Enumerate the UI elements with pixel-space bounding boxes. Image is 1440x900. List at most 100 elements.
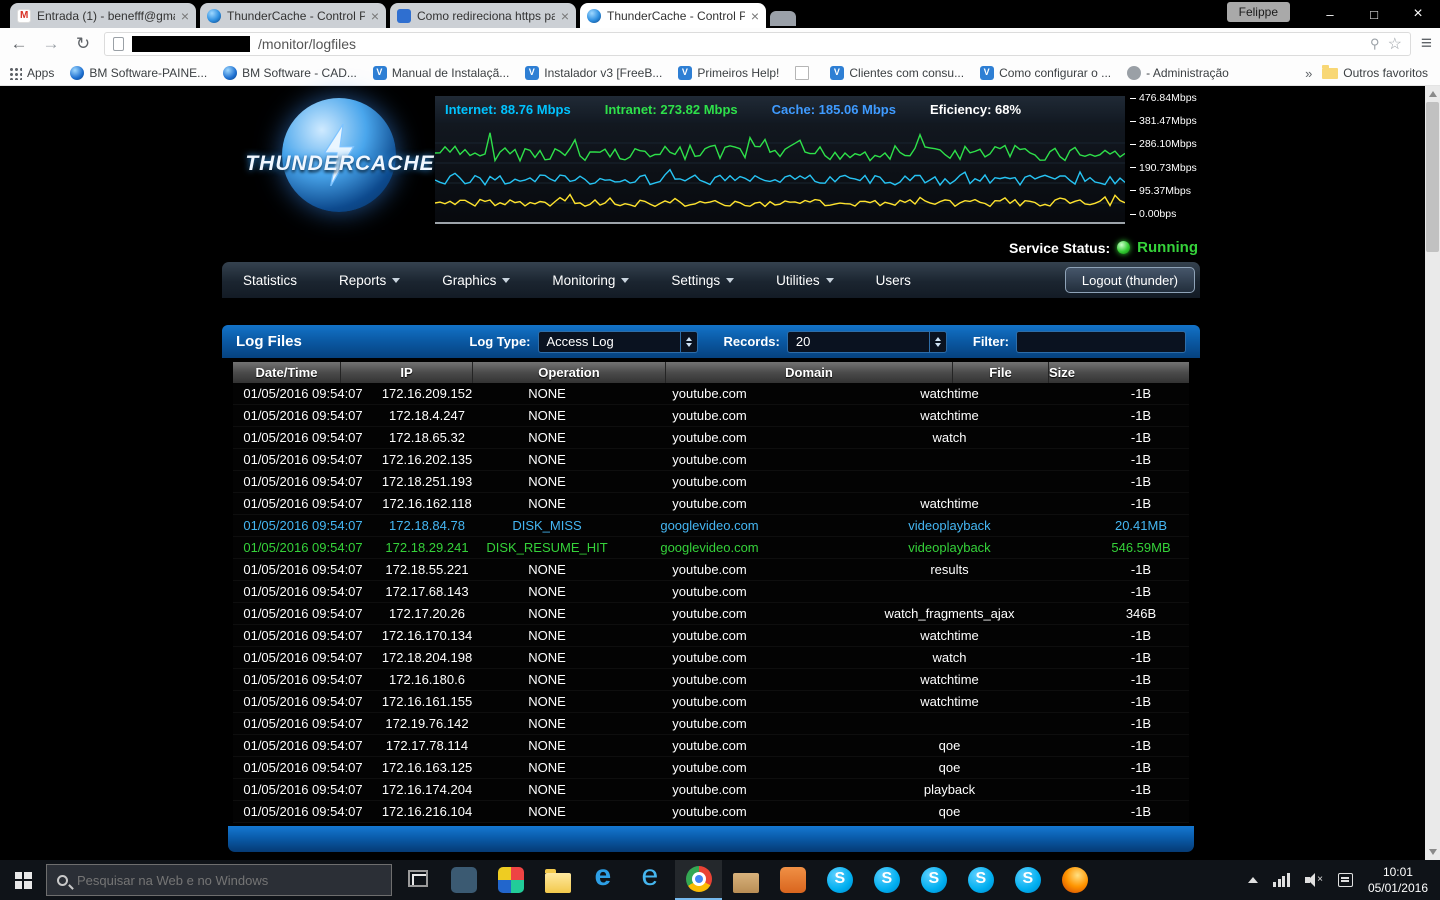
- task-view-button[interactable]: [400, 860, 440, 900]
- tab-close-icon[interactable]: [181, 9, 189, 23]
- forward-icon[interactable]: [40, 34, 62, 54]
- cell-ip: 172.17.20.26: [389, 606, 465, 621]
- cell-size: 20.41MB: [1114, 518, 1168, 533]
- minimize-button[interactable]: [1308, 0, 1352, 28]
- skype-icon[interactable]: [863, 860, 910, 900]
- browser-user-badge[interactable]: Felippe: [1226, 2, 1290, 22]
- nav-item-utilities[interactable]: Utilities: [755, 262, 855, 298]
- nav-item-graphics[interactable]: Graphics: [421, 262, 531, 298]
- column-header[interactable]: Domain: [666, 362, 953, 383]
- bookmark-item[interactable]: [795, 65, 814, 80]
- reload-icon[interactable]: [72, 34, 94, 54]
- cell-size: -1B: [1130, 804, 1152, 819]
- tab-close-icon[interactable]: [751, 9, 759, 23]
- tab-help-article[interactable]: Como redireciona https pa...: [390, 3, 576, 28]
- table-row: 01/05/2016 09:54:07 172.16.216.104 NONE …: [233, 801, 1189, 823]
- tab-gmail[interactable]: Entrada (1) - benefff@gma...: [10, 3, 196, 28]
- spinner-icon[interactable]: [679, 331, 697, 352]
- edge-icon[interactable]: [581, 859, 628, 900]
- bookmark-item[interactable]: - Administração: [1127, 65, 1229, 80]
- notification-icon[interactable]: [1337, 873, 1353, 887]
- taskbar-apps: [440, 859, 1098, 900]
- cell-ip: 172.16.174.204: [381, 782, 473, 797]
- close-button[interactable]: [1396, 0, 1440, 28]
- bookmark-star-icon[interactable]: [1388, 34, 1402, 54]
- records-select[interactable]: 20: [786, 330, 947, 353]
- chrome-icon[interactable]: [675, 860, 722, 900]
- bookmarks-overflow-icon[interactable]: »: [1305, 66, 1312, 81]
- other-favorites-button[interactable]: Outros favoritos: [1322, 64, 1428, 80]
- tab-bar: Entrada (1) - benefff@gma... ThunderCach…: [10, 3, 796, 28]
- file-explorer-icon[interactable]: [534, 860, 581, 900]
- nav-item-settings[interactable]: Settings: [650, 262, 755, 298]
- log-type-select[interactable]: Access Log: [537, 330, 698, 353]
- scrollbar-thumb[interactable]: [1426, 102, 1439, 252]
- url-bar[interactable]: /monitor/logfiles ⚲: [104, 32, 1411, 56]
- scroll-down-icon[interactable]: [1429, 849, 1437, 855]
- bookmark-item[interactable]: BM Software - CAD...: [223, 65, 357, 80]
- skype-icon[interactable]: [910, 860, 957, 900]
- nav-item-statistics[interactable]: Statistics: [222, 262, 318, 298]
- page-scrollbar[interactable]: [1425, 86, 1440, 860]
- back-icon[interactable]: [8, 34, 30, 54]
- pictures-icon[interactable]: [769, 860, 816, 900]
- service-status: Service Status: Running: [1009, 239, 1198, 256]
- volume-muted-icon[interactable]: ×: [1304, 873, 1323, 887]
- page-tool-icon[interactable]: ⚲: [1370, 36, 1380, 52]
- column-header[interactable]: Date/Time: [233, 362, 341, 383]
- column-header[interactable]: Size: [1049, 362, 1075, 383]
- network-icon[interactable]: [1273, 873, 1290, 887]
- table-row: 01/05/2016 09:54:07 172.16.161.155 NONE …: [233, 691, 1189, 713]
- maximize-button[interactable]: [1352, 0, 1396, 28]
- cell-domain: youtube.com: [672, 716, 747, 731]
- messaging-icon[interactable]: [440, 860, 487, 900]
- graph-axis-labels: 476.84Mbps 381.47Mbps 286.10Mbps 190.73M…: [1130, 92, 1200, 220]
- bookmark-item[interactable]: Apps: [8, 65, 54, 80]
- skype-icon[interactable]: [957, 860, 1004, 900]
- taskbar-clock[interactable]: 10:01 05/01/2016: [1368, 864, 1428, 896]
- bookmark-favicon: [678, 65, 693, 80]
- cell-datetime: 01/05/2016 09:54:07: [243, 584, 363, 599]
- log-type-label: Log Type:: [469, 334, 531, 349]
- folder-icon[interactable]: [722, 860, 769, 900]
- tab-thundercache-1[interactable]: ThunderCache - Control P...: [200, 3, 386, 28]
- bookmark-item[interactable]: Como configurar o ...: [980, 65, 1111, 80]
- column-header[interactable]: Operation: [473, 362, 666, 383]
- logout-button[interactable]: Logout (thunder): [1064, 267, 1195, 293]
- bookmark-favicon: [980, 65, 995, 80]
- photos-icon[interactable]: [487, 860, 534, 900]
- skype-icon[interactable]: [816, 860, 863, 900]
- scroll-up-icon[interactable]: [1429, 91, 1437, 97]
- cell-ip: 172.16.216.104: [381, 804, 473, 819]
- cell-domain: youtube.com: [672, 738, 747, 753]
- tab-close-icon[interactable]: [371, 9, 379, 23]
- tab-thundercache-active[interactable]: ThunderCache - Control P...: [580, 3, 766, 28]
- nav-item-monitoring[interactable]: Monitoring: [531, 262, 650, 298]
- filter-input[interactable]: [1016, 330, 1186, 353]
- table-row: 01/05/2016 09:54:07 172.18.29.241 DISK_R…: [233, 537, 1189, 559]
- bookmark-item[interactable]: Manual de Instalaçã...: [372, 65, 509, 80]
- firefox-icon[interactable]: [1051, 860, 1098, 900]
- column-header[interactable]: File: [953, 362, 1049, 383]
- taskbar-search-box[interactable]: [46, 864, 392, 896]
- nav-item-reports[interactable]: Reports: [318, 262, 421, 298]
- cell-file: watch: [932, 650, 967, 665]
- bookmark-item[interactable]: BM Software-PAINE...: [70, 65, 207, 80]
- cell-operation: NONE: [528, 430, 566, 445]
- bookmark-item[interactable]: Clientes com consu...: [830, 65, 964, 80]
- taskbar-search-input[interactable]: [77, 872, 381, 888]
- bookmark-item[interactable]: Primeiros Help!: [678, 65, 779, 80]
- nav-item-users[interactable]: Users: [855, 262, 932, 298]
- internet-explorer-icon[interactable]: [628, 859, 675, 900]
- thundercache-favicon: [587, 8, 601, 23]
- tab-close-icon[interactable]: [561, 9, 569, 23]
- new-tab-button[interactable]: [770, 11, 796, 26]
- cell-size: -1B: [1130, 496, 1152, 511]
- menu-icon[interactable]: [1421, 33, 1432, 55]
- chevron-up-icon[interactable]: [1248, 877, 1259, 883]
- skype-icon[interactable]: [1004, 860, 1051, 900]
- column-header[interactable]: IP: [341, 362, 473, 383]
- start-button[interactable]: [0, 860, 46, 900]
- bookmark-item[interactable]: Instalador v3 [FreeB...: [525, 65, 662, 80]
- spinner-icon[interactable]: [928, 331, 946, 352]
